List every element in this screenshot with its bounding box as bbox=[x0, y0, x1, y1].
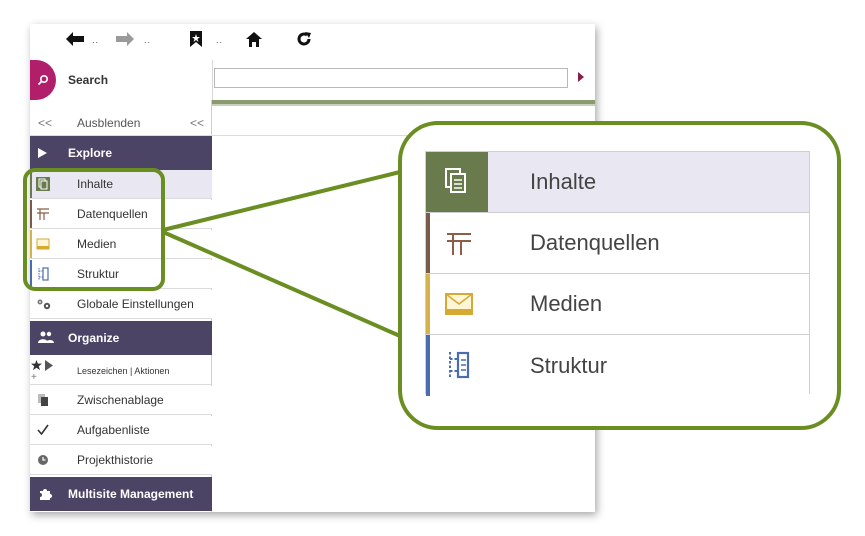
zoomed-item-datenquellen: Datenquellen bbox=[426, 213, 809, 274]
content-icon bbox=[444, 167, 474, 197]
zoomed-item-inhalte: Inhalte bbox=[426, 152, 809, 213]
zoomed-menu: Inhalte Datenquellen Medien Struktur bbox=[425, 151, 810, 396]
datasource-icon bbox=[444, 228, 474, 258]
zoomed-item-label: Medien bbox=[530, 291, 603, 316]
accent-stripe bbox=[426, 335, 430, 396]
accent-stripe bbox=[426, 274, 430, 334]
stage: .. .. .. Search << Ausblenden << Explore… bbox=[0, 0, 865, 536]
zoomed-item-medien: Medien bbox=[426, 274, 809, 335]
zoomed-item-label: Struktur bbox=[530, 352, 608, 378]
structure-icon bbox=[444, 350, 474, 380]
zoomed-item-struktur: Struktur bbox=[426, 335, 809, 396]
callout-highlight-small bbox=[23, 168, 165, 291]
zoomed-item-label: Inhalte bbox=[530, 169, 597, 194]
accent-stripe bbox=[426, 213, 430, 273]
zoomed-item-label: Datenquellen bbox=[530, 230, 660, 255]
media-icon bbox=[444, 289, 474, 319]
